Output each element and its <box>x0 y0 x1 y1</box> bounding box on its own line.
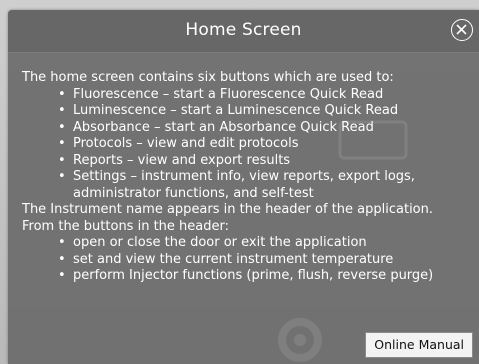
list-item: • Reports – view and export results <box>22 153 474 170</box>
background-gear-icon <box>278 318 322 362</box>
online-manual-button[interactable]: Online Manual <box>365 332 473 358</box>
dialog-title: Home Screen <box>185 20 302 40</box>
list-item-text: Reports – view and export results <box>73 152 291 168</box>
list-item-text: perform Injector functions (prime, flush… <box>73 268 434 283</box>
list-item-text: Settings – instrument info, view reports… <box>73 169 415 201</box>
home-buttons-list: • Fluorescence – start a Fluorescence Qui… <box>22 87 474 203</box>
header-intro-text: From the buttons in the header: <box>22 218 229 234</box>
list-item-text: Fluorescence – start a Fluorescence Quic… <box>73 86 384 102</box>
list-item: • Absorbance – start an Absorbance Quick … <box>22 120 474 137</box>
bullet-icon: • <box>58 235 66 250</box>
bullet-icon: • <box>58 119 66 135</box>
list-item-text: Protocols – view and edit protocols <box>73 136 299 151</box>
bullet-icon: • <box>58 268 66 283</box>
bullet-icon: • <box>58 169 66 184</box>
header-buttons-list: • open or close the door or exit the appl… <box>22 235 474 285</box>
dialog-titlebar: Home Screen <box>8 10 479 53</box>
list-item-text: set and view the current instrument temp… <box>73 251 394 267</box>
list-item: • Settings – instrument info, view report… <box>22 169 474 202</box>
instrument-name-text: The Instrument name appears in the heade… <box>22 202 434 217</box>
list-item: • Protocols – view and edit protocols <box>22 136 474 153</box>
list-item: • Fluorescence – start a Fluorescence Qui… <box>22 87 474 104</box>
list-item: • perform Injector functions (prime, flus… <box>22 268 474 285</box>
intro-text: The home screen contains six buttons whi… <box>22 70 394 85</box>
list-item: • Luminescence – start a Luminescence Qui… <box>22 103 474 120</box>
bullet-icon: • <box>58 152 66 168</box>
list-item-text: Luminescence – start a Luminescence Quic… <box>73 103 399 118</box>
close-icon <box>456 24 467 35</box>
list-item: • open or close the door or exit the appl… <box>22 235 474 252</box>
close-button[interactable] <box>451 19 473 41</box>
list-item: • set and view the current instrument tem… <box>22 252 474 269</box>
help-dialog: Home Screen The home screen contains six… <box>8 10 479 364</box>
list-item-text: open or close the door or exit the appli… <box>73 235 367 250</box>
help-content: The home screen contains six buttons whi… <box>22 70 474 285</box>
bullet-icon: • <box>58 251 66 267</box>
bullet-icon: • <box>58 86 66 102</box>
bullet-icon: • <box>58 103 66 118</box>
list-item-text: Absorbance – start an Absorbance Quick R… <box>73 119 374 135</box>
bullet-icon: • <box>58 136 66 151</box>
